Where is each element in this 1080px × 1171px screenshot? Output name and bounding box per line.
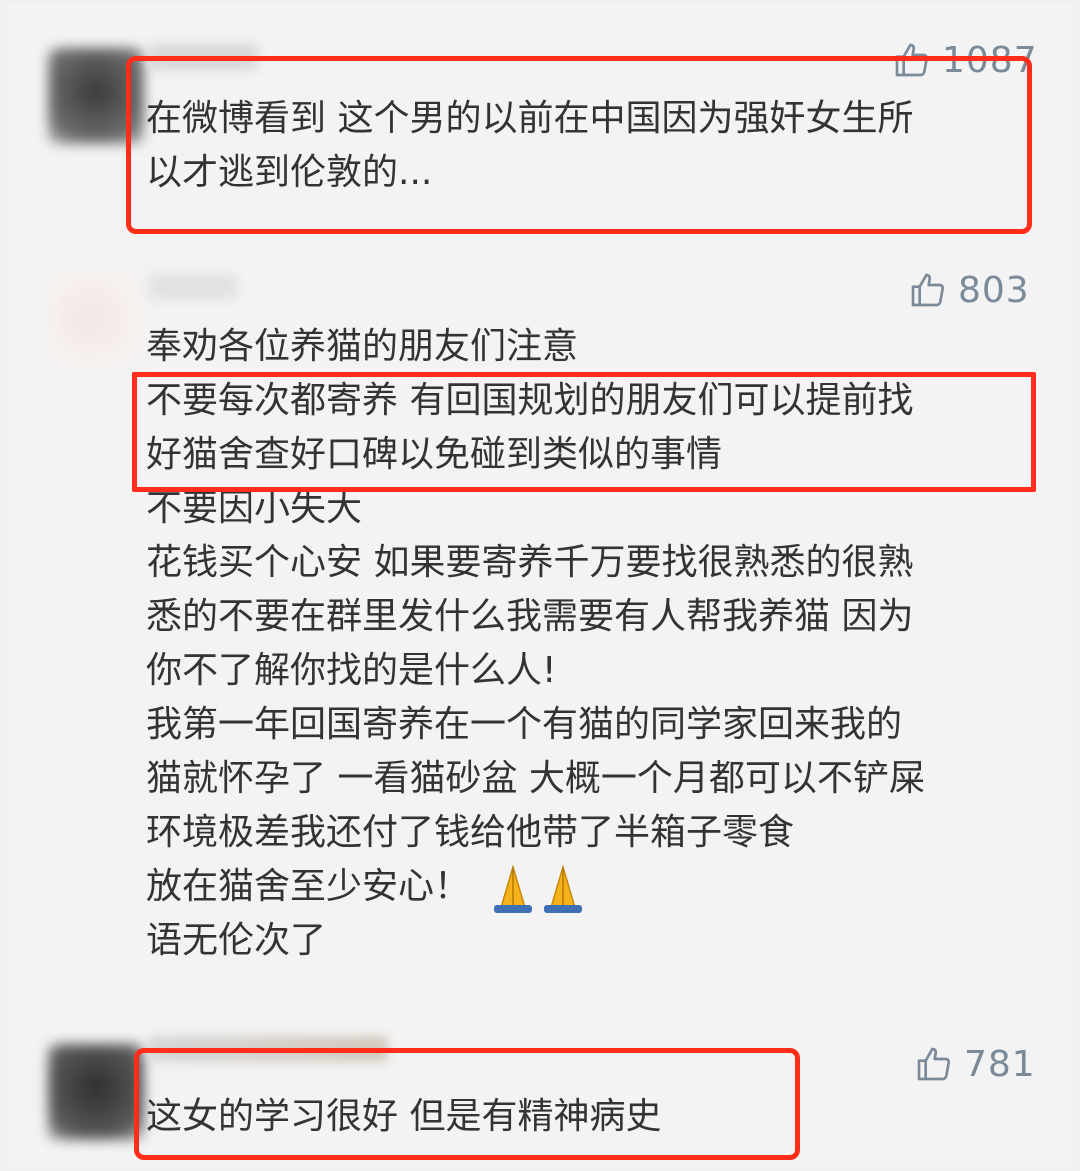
comment-line: 花钱买个心安 如果要寄养千万要找很熟悉的很熟 <box>146 542 914 583</box>
comment-line: 猫就怀孕了 一看猫砂盆 大概一个月都可以不铲屎 <box>146 758 925 799</box>
thumbs-up-icon <box>911 273 945 307</box>
comment-list: 1087 在微博看到 这个男的以前在中国因为强奸女生所 以才逃到伦敦的... 8… <box>8 4 1072 1167</box>
comment-line: 放在猫舍至少安心！ <box>146 866 471 907</box>
comment-line-with-emoji: 放在猫舍至少安心！ <box>146 860 1046 914</box>
comment-line: 我第一年回国寄养在一个有猫的同学家回来我的 <box>146 704 903 745</box>
comment-item: 803 奉劝各位养猫的朋友们注意 不要每次都寄养 有回国规划的朋友们可以提前找 … <box>8 254 1072 1014</box>
comment-item: 781 这女的学习很好 但是有精神病史 <box>8 1024 1072 1164</box>
avatar[interactable] <box>48 1044 144 1140</box>
highlight-box <box>134 1048 800 1160</box>
like-count: 781 <box>964 1043 1036 1085</box>
like-count: 803 <box>958 269 1030 311</box>
comment-line: 你不了解你找的是什么人! <box>146 650 557 691</box>
username[interactable] <box>148 274 238 300</box>
thumbs-up-icon <box>917 1047 951 1081</box>
comment-line: 环境极差我还付了钱给他带了半箱子零食 <box>146 812 795 853</box>
highlight-box <box>126 56 1032 234</box>
comment-line: 悉的不要在群里发什么我需要有人帮我养猫 因为 <box>146 596 914 637</box>
comment-line: 奉劝各位养猫的朋友们注意 <box>146 326 579 367</box>
highlight-box <box>132 372 1036 492</box>
folded-hands-emoji <box>494 864 583 913</box>
like-button[interactable]: 803 <box>908 268 1030 312</box>
comment-line: 语无伦次了 <box>146 920 327 961</box>
avatar[interactable] <box>48 270 144 366</box>
like-button[interactable]: 781 <box>914 1042 1036 1086</box>
comment-item: 1087 在微博看到 这个男的以前在中国因为强奸女生所 以才逃到伦敦的... <box>8 4 1072 244</box>
